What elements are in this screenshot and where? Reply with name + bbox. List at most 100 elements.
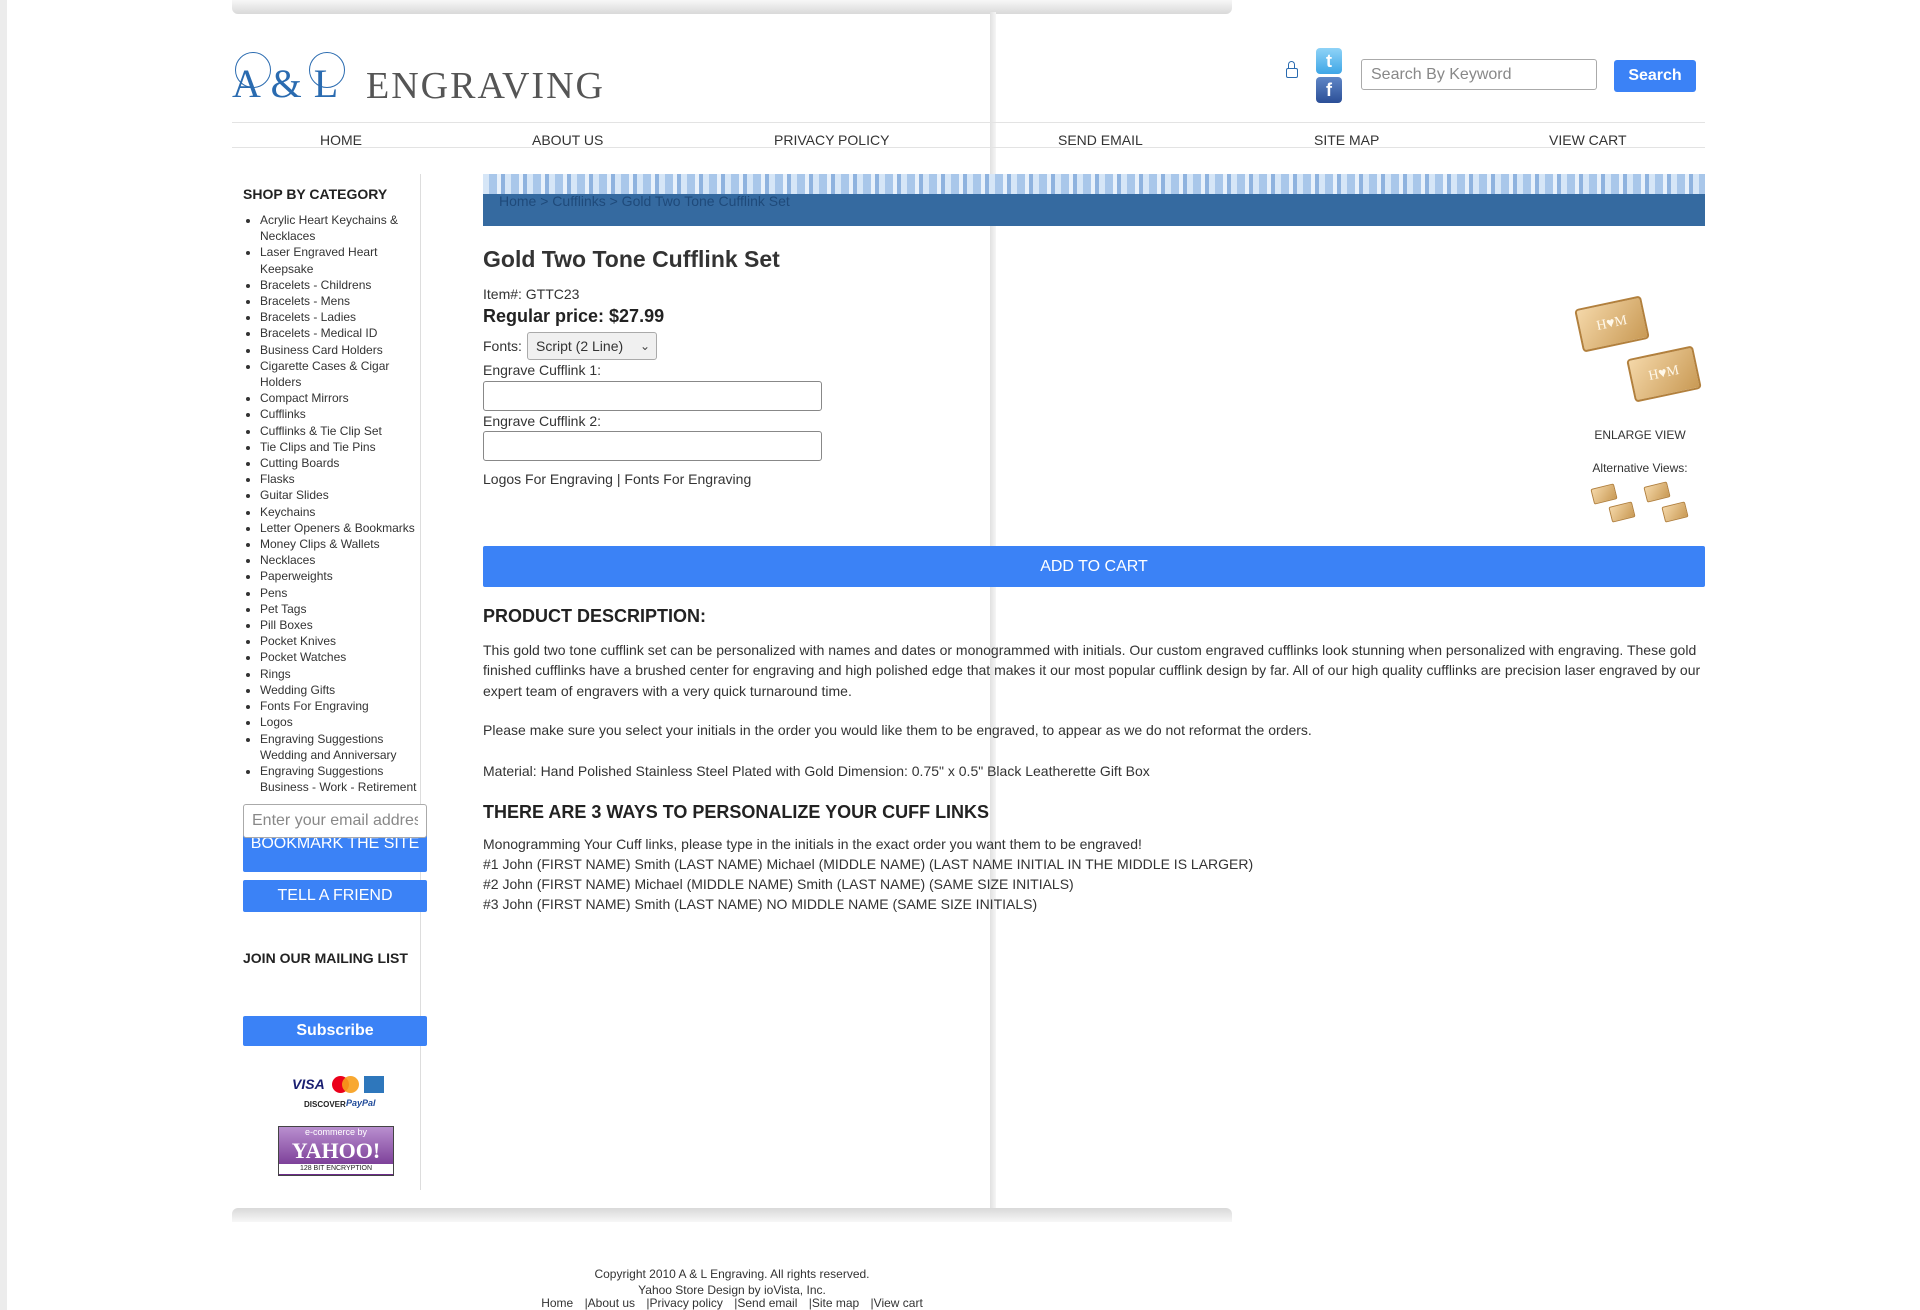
category-item[interactable]: Flasks [260, 471, 422, 487]
badge-line-3: 128 BIT ENCRYPTION [279, 1164, 393, 1174]
mailing-list-title: JOIN OUR MAILING LIST [243, 950, 408, 966]
category-item[interactable]: Guitar Slides [260, 487, 422, 503]
product-image[interactable]: H♥M H♥M [1574, 294, 1705, 404]
footer-link-home[interactable]: Home [541, 1296, 573, 1310]
fonts-for-engraving-link[interactable]: Fonts For Engraving [624, 471, 751, 487]
breadcrumb[interactable]: Home > Cufflinks > Gold Two Tone Cufflin… [499, 193, 790, 209]
way-3: #3 John (FIRST NAME) Smith (LAST NAME) N… [483, 896, 1038, 912]
nav-site-map[interactable]: SITE MAP [1314, 132, 1379, 148]
product-title: Gold Two Tone Cufflink Set [483, 246, 780, 272]
paypal-logo: PayPal [346, 1098, 376, 1108]
category-item[interactable]: Pocket Knives [260, 633, 422, 649]
item-number: Item#: GTTC23 [483, 286, 580, 302]
category-item[interactable]: Logos [260, 714, 422, 730]
category-item[interactable]: Cufflinks [260, 406, 422, 422]
engrave-cufflink-1-field[interactable] [483, 381, 822, 411]
alternative-view-thumb-2[interactable] [1643, 481, 1691, 524]
category-item[interactable]: Paperweights [260, 568, 422, 584]
search-input[interactable] [1361, 59, 1597, 90]
footer-link-view-cart[interactable]: |View cart [871, 1296, 923, 1310]
category-item[interactable]: Pet Tags [260, 601, 422, 617]
nav-view-cart[interactable]: VIEW CART [1549, 132, 1627, 148]
category-item[interactable]: Bracelets - Mens [260, 293, 422, 309]
nav-about-us[interactable]: ABOUT US [532, 132, 603, 148]
category-item[interactable]: Cigarette Cases & Cigar Holders [260, 358, 422, 390]
category-item[interactable]: Engraving Suggestions Business - Work - … [260, 763, 422, 795]
cufflink-image-2: H♥M [1626, 345, 1702, 403]
logo-wordmark: ENGRAVING [366, 65, 605, 107]
category-item[interactable]: Engraving Suggestions Wedding and Annive… [260, 731, 422, 763]
footer-link-site-map[interactable]: |Site map [809, 1296, 859, 1310]
cufflink-image-1: H♥M [1574, 295, 1650, 353]
category-item[interactable]: Wedding Gifts [260, 682, 422, 698]
category-list: Acrylic Heart Keychains & Necklaces Lase… [232, 212, 422, 795]
category-item[interactable]: Bracelets - Medical ID [260, 325, 422, 341]
engrave-cufflink-1-label: Engrave Cufflink 1: [483, 362, 602, 378]
way-2: #2 John (FIRST NAME) Michael (MIDDLE NAM… [483, 876, 1074, 892]
category-item[interactable]: Cutting Boards [260, 455, 422, 471]
logo-initials: A & L [232, 61, 340, 106]
category-item[interactable]: Letter Openers & Bookmarks [260, 520, 422, 536]
category-item[interactable]: Cufflinks & Tie Clip Set [260, 423, 422, 439]
nav-privacy-policy[interactable]: PRIVACY POLICY [774, 132, 889, 148]
subscribe-button[interactable]: Subscribe [243, 1016, 427, 1046]
site-logo[interactable]: A & L ENGRAVING [232, 48, 612, 108]
mastercard-icon [332, 1076, 359, 1093]
description-paragraph-3: Material: Hand Polished Stainless Steel … [483, 763, 1150, 779]
badge-line-2: YAHOO! [291, 1138, 381, 1163]
footer: Copyright 2010 A & L Engraving. All righ… [232, 1266, 1232, 1298]
category-item[interactable]: Keychains [260, 504, 422, 520]
category-item[interactable]: Pens [260, 585, 422, 601]
way-1: #1 John (FIRST NAME) Smith (LAST NAME) M… [483, 856, 1254, 872]
enlarge-view-link[interactable]: ENLARGE VIEW [1575, 428, 1705, 442]
category-item[interactable]: Necklaces [260, 552, 422, 568]
breadcrumb-stripes [483, 174, 1705, 194]
engrave-cufflink-2-field[interactable] [483, 431, 822, 461]
fonts-label: Fonts: [483, 338, 522, 354]
add-to-cart-button[interactable]: ADD TO CART [483, 546, 1705, 587]
font-select-value: Script (2 Line) [536, 338, 624, 354]
footer-link-send-email[interactable]: |Send email [734, 1296, 797, 1310]
yahoo-ecommerce-badge[interactable]: e-commerce by YAHOO! 128 BIT ENCRYPTION [278, 1126, 394, 1176]
category-item[interactable]: Pocket Watches [260, 649, 422, 665]
copyright-text: Copyright 2010 A & L Engraving. All righ… [594, 1267, 870, 1281]
facebook-icon[interactable]: f [1316, 77, 1342, 103]
tell-a-friend-button[interactable]: TELL A FRIEND [243, 880, 427, 912]
chevron-down-icon: ⌄ [639, 339, 650, 353]
shop-by-category-title: SHOP BY CATEGORY [243, 186, 388, 202]
font-select[interactable]: Script (2 Line) ⌄ [527, 332, 657, 360]
page: A & L ENGRAVING t f Search HOME ABOUT US… [232, 0, 1705, 1310]
nav-home[interactable]: HOME [320, 132, 362, 148]
badge-line-1: e-commerce by [304, 1127, 367, 1137]
footer-link-about-us[interactable]: |About us [585, 1296, 635, 1310]
window-left-edge [0, 0, 7, 1310]
category-item[interactable]: Laser Engraved Heart Keepsake [260, 244, 422, 276]
twitter-icon[interactable]: t [1316, 48, 1342, 74]
category-item[interactable]: Bracelets - Childrens [260, 277, 422, 293]
category-item[interactable]: Pill Boxes [260, 617, 422, 633]
category-item[interactable]: Compact Mirrors [260, 390, 422, 406]
category-item[interactable]: Business Card Holders [260, 342, 422, 358]
discover-logo: DISCOVER [304, 1100, 346, 1109]
email-field[interactable] [243, 804, 427, 838]
visa-logo: VISA [292, 1076, 325, 1092]
product-price: Regular price: $27.99 [483, 306, 665, 326]
engrave-cufflink-2-label: Engrave Cufflink 2: [483, 413, 602, 429]
category-item[interactable]: Fonts For Engraving [260, 698, 422, 714]
search-button[interactable]: Search [1614, 60, 1696, 92]
ways-intro: Monogramming Your Cuff links, please typ… [483, 836, 1142, 852]
engraving-links: Logos For Engraving | Fonts For Engravin… [483, 471, 751, 487]
category-item[interactable]: Bracelets - Ladies [260, 309, 422, 325]
top-navigation: HOME ABOUT US PRIVACY POLICY SEND EMAIL … [232, 122, 1705, 148]
category-item[interactable]: Acrylic Heart Keychains & Necklaces [260, 212, 422, 244]
description-paragraph-2: Please make sure you select your initial… [483, 722, 1312, 738]
logos-for-engraving-link[interactable]: Logos For Engraving [483, 471, 613, 487]
description-paragraph-1: This gold two tone cufflink set can be p… [483, 642, 1701, 699]
category-item[interactable]: Tie Clips and Tie Pins [260, 439, 422, 455]
nav-send-email[interactable]: SEND EMAIL [1058, 132, 1143, 148]
lock-icon [1286, 61, 1298, 78]
category-item[interactable]: Money Clips & Wallets [260, 536, 422, 552]
footer-link-privacy-policy[interactable]: |Privacy policy [646, 1296, 722, 1310]
alternative-view-thumb-1[interactable] [1590, 482, 1638, 524]
category-item[interactable]: Rings [260, 666, 422, 682]
